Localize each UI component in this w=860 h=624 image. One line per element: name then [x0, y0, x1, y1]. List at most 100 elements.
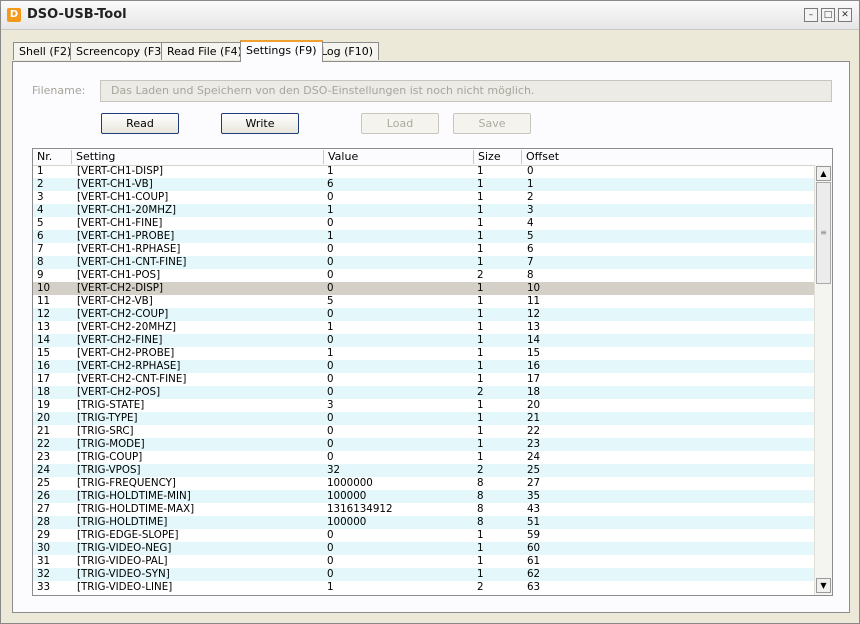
- table-row[interactable]: 5 [VERT-CH1-FINE] 0 1 4: [33, 217, 814, 230]
- table-row[interactable]: 12 [VERT-CH2-COUP] 0 1 12: [33, 308, 814, 321]
- table-row[interactable]: 31 [TRIG-VIDEO-PAL] 0 1 61: [33, 555, 814, 568]
- scroll-down-icon[interactable]: ▼: [816, 578, 831, 593]
- cell-value: 0: [327, 360, 334, 372]
- cell-size: 1: [477, 542, 484, 554]
- cell-value: 3: [327, 399, 334, 411]
- cell-nr: 31: [37, 555, 51, 567]
- table-row[interactable]: 6 [VERT-CH1-PROBE] 1 1 5: [33, 230, 814, 243]
- cell-size: 1: [477, 308, 484, 320]
- cell-size: 1: [477, 568, 484, 580]
- scrollbar-thumb[interactable]: ≡: [816, 182, 831, 284]
- table-row[interactable]: 10 [VERT-CH2-DISP] 0 1 10: [33, 282, 814, 295]
- cell-nr: 28: [37, 516, 51, 528]
- table-row[interactable]: 28 [TRIG-HOLDTIME] 100000 8 51: [33, 516, 814, 529]
- table-row[interactable]: 14 [VERT-CH2-FINE] 0 1 14: [33, 334, 814, 347]
- tab-log[interactable]: Log (F10): [315, 42, 380, 60]
- cell-value: 0: [327, 373, 334, 385]
- table-row[interactable]: 9 [VERT-CH1-POS] 0 2 8: [33, 269, 814, 282]
- cell-setting: [TRIG-HOLDTIME-MIN]: [77, 490, 191, 502]
- table-row[interactable]: 7 [VERT-CH1-RPHASE] 0 1 6: [33, 243, 814, 256]
- cell-size: 8: [477, 490, 484, 502]
- cell-value: 0: [327, 542, 334, 554]
- table-row[interactable]: 19 [TRIG-STATE] 3 1 20: [33, 399, 814, 412]
- app-logo-icon: D: [7, 8, 21, 22]
- cell-offset: 5: [527, 230, 534, 242]
- table-row[interactable]: 26 [TRIG-HOLDTIME-MIN] 100000 8 35: [33, 490, 814, 503]
- column-header-nr[interactable]: Nr.: [33, 150, 71, 164]
- cell-value: 0: [327, 243, 334, 255]
- table-row[interactable]: 25 [TRIG-FREQUENCY] 1000000 8 27: [33, 477, 814, 490]
- cell-setting: [VERT-CH1-DISP]: [77, 165, 163, 177]
- minimize-button[interactable]: –: [804, 8, 818, 22]
- read-button[interactable]: Read: [101, 113, 179, 134]
- cell-nr: 6: [37, 230, 44, 242]
- cell-setting: [TRIG-MODE]: [77, 438, 145, 450]
- table-row[interactable]: 27 [TRIG-HOLDTIME-MAX] 1316134912 8 43: [33, 503, 814, 516]
- table-row[interactable]: 16 [VERT-CH2-RPHASE] 0 1 16: [33, 360, 814, 373]
- close-button[interactable]: ✕: [838, 8, 852, 22]
- table-row[interactable]: 24 [TRIG-VPOS] 32 2 25: [33, 464, 814, 477]
- cell-value: 100000: [327, 490, 367, 502]
- table-row[interactable]: 20 [TRIG-TYPE] 0 1 21: [33, 412, 814, 425]
- table-body: 1 [VERT-CH1-DISP] 1 1 0 2 [VERT-CH1-VB] 6 1 1 3 [VE…: [33, 165, 814, 594]
- cell-value: 6: [327, 178, 334, 190]
- table-row[interactable]: 3 [VERT-CH1-COUP] 0 1 2: [33, 191, 814, 204]
- column-header-offset[interactable]: Offset: [521, 150, 813, 164]
- cell-size: 2: [477, 464, 484, 476]
- table-row[interactable]: 2 [VERT-CH1-VB] 6 1 1: [33, 178, 814, 191]
- tab-shell[interactable]: Shell (F2): [13, 42, 78, 60]
- cell-value: 1: [327, 230, 334, 242]
- cell-size: 1: [477, 230, 484, 242]
- cell-setting: [TRIG-VIDEO-SYN]: [77, 568, 170, 580]
- cell-setting: [VERT-CH1-POS]: [77, 269, 161, 281]
- cell-offset: 0: [527, 165, 534, 177]
- table-row[interactable]: 17 [VERT-CH2-CNT-FINE] 0 1 17: [33, 373, 814, 386]
- cell-size: 2: [477, 581, 484, 593]
- column-header-size[interactable]: Size: [473, 150, 521, 164]
- cell-offset: 15: [527, 347, 541, 359]
- cell-value: 0: [327, 269, 334, 281]
- vertical-scrollbar[interactable]: ▲ ≡ ▼: [814, 165, 832, 595]
- table-row[interactable]: 8 [VERT-CH1-CNT-FINE] 0 1 7: [33, 256, 814, 269]
- column-header-value[interactable]: Value: [323, 150, 473, 164]
- cell-size: 1: [477, 243, 484, 255]
- cell-offset: 2: [527, 191, 534, 203]
- scroll-up-icon[interactable]: ▲: [816, 166, 831, 181]
- window-title: DSO-USB-Tool: [27, 7, 127, 22]
- cell-offset: 6: [527, 243, 534, 255]
- cell-offset: 62: [527, 568, 541, 580]
- column-header-setting[interactable]: Setting: [71, 150, 323, 164]
- table-row[interactable]: 18 [VERT-CH2-POS] 0 2 18: [33, 386, 814, 399]
- table-header: Nr. Setting Value Size Offset: [33, 149, 832, 166]
- table-row[interactable]: 4 [VERT-CH1-20MHZ] 1 1 3: [33, 204, 814, 217]
- table-row[interactable]: 29 [TRIG-EDGE-SLOPE] 0 1 59: [33, 529, 814, 542]
- table-row[interactable]: 15 [VERT-CH2-PROBE] 1 1 15: [33, 347, 814, 360]
- maximize-button[interactable]: □: [821, 8, 835, 22]
- cell-nr: 14: [37, 334, 51, 346]
- cell-offset: 61: [527, 555, 541, 567]
- table-row[interactable]: 32 [TRIG-VIDEO-SYN] 0 1 62: [33, 568, 814, 581]
- cell-value: 1: [327, 321, 334, 333]
- cell-offset: 24: [527, 451, 541, 463]
- cell-setting: [TRIG-VPOS]: [77, 464, 141, 476]
- cell-offset: 12: [527, 308, 541, 320]
- cell-setting: [TRIG-VIDEO-LINE]: [77, 581, 173, 593]
- cell-offset: 43: [527, 503, 541, 515]
- write-button[interactable]: Write: [221, 113, 299, 134]
- table-row[interactable]: 13 [VERT-CH2-20MHZ] 1 1 13: [33, 321, 814, 334]
- tab-screencopy[interactable]: Screencopy (F3): [70, 42, 172, 60]
- table-row[interactable]: 11 [VERT-CH2-VB] 5 1 11: [33, 295, 814, 308]
- table-row[interactable]: 30 [TRIG-VIDEO-NEG] 0 1 60: [33, 542, 814, 555]
- table-row[interactable]: 21 [TRIG-SRC] 0 1 22: [33, 425, 814, 438]
- table-row[interactable]: 22 [TRIG-MODE] 0 1 23: [33, 438, 814, 451]
- cell-value: 0: [327, 412, 334, 424]
- cell-setting: [TRIG-VIDEO-NEG]: [77, 542, 172, 554]
- cell-size: 1: [477, 451, 484, 463]
- tab-settings[interactable]: Settings (F9): [240, 40, 323, 62]
- tab-read-file[interactable]: Read File (F4): [161, 42, 248, 60]
- table-row[interactable]: 23 [TRIG-COUP] 0 1 24: [33, 451, 814, 464]
- table-row[interactable]: 1 [VERT-CH1-DISP] 1 1 0: [33, 165, 814, 178]
- table-row[interactable]: 33 [TRIG-VIDEO-LINE] 1 2 63: [33, 581, 814, 594]
- cell-setting: [VERT-CH2-POS]: [77, 386, 161, 398]
- cell-nr: 21: [37, 425, 51, 437]
